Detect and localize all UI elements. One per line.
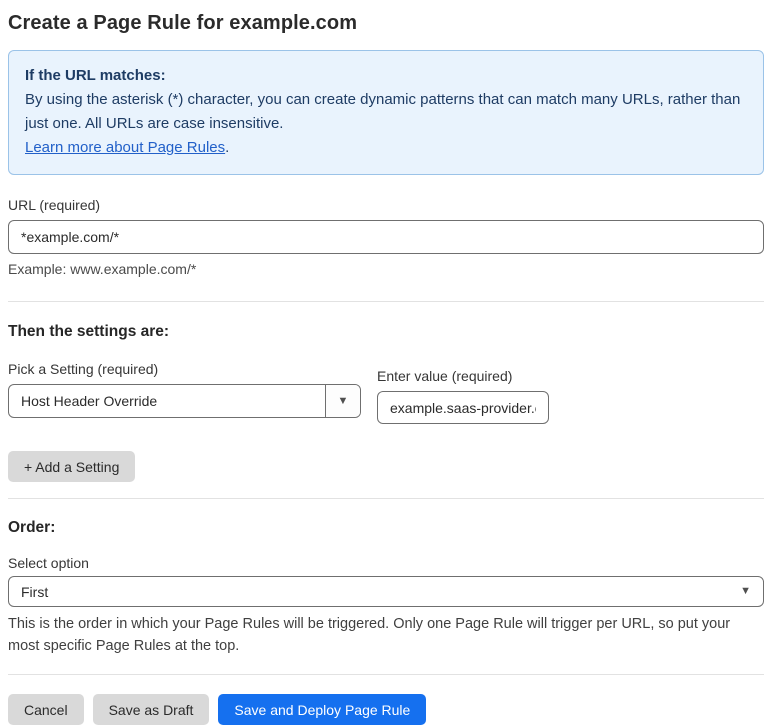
url-example-helper: Example: www.example.com/* [8,261,197,277]
url-matches-info-callout: If the URL matches: By using the asteris… [8,50,764,175]
add-setting-button[interactable]: + Add a Setting [8,451,136,482]
settings-section-heading: Then the settings are: [8,323,170,340]
enter-value-column: Enter value (required) [377,341,549,424]
learn-more-page-rules-link[interactable]: Learn more about Page Rules [25,139,225,156]
pick-setting-column: Pick a Setting (required) Host Header Ov… [8,341,361,418]
setting-row: Pick a Setting (required) Host Header Ov… [8,341,764,424]
order-selected-value: First [21,583,49,600]
section-divider [8,498,764,499]
form-actions: Cancel Save as Draft Save and Deploy Pag… [8,694,764,725]
create-page-rule-form: Create a Page Rule for example.com If th… [0,0,772,725]
cancel-button[interactable]: Cancel [8,694,84,725]
info-callout-body: By using the asterisk (*) character, you… [25,91,741,132]
page-title: Create a Page Rule for example.com [8,12,358,34]
order-select-dropdown[interactable]: First ▼ [8,576,764,607]
order-section-heading: Order: [8,519,56,536]
setting-value-input[interactable] [377,391,549,424]
enter-value-label: Enter value (required) [377,368,513,384]
save-as-draft-button[interactable]: Save as Draft [92,694,210,725]
link-period: . [225,139,230,156]
info-callout-link-line: Learn more about Page Rules. [25,136,747,160]
chevron-down-icon: ▼ [740,585,751,597]
url-input[interactable] [8,220,764,254]
section-divider [8,301,764,302]
section-divider [8,674,764,675]
order-help-text: This is the order in which your Page Rul… [8,616,731,654]
pick-setting-dropdown-button[interactable]: ▼ [325,385,360,417]
chevron-down-icon: ▼ [337,394,349,407]
info-callout-heading: If the URL matches: [25,67,166,84]
pick-setting-selected-value: Host Header Override [21,393,158,409]
save-and-deploy-button[interactable]: Save and Deploy Page Rule [218,694,427,725]
url-field-label: URL (required) [8,197,101,213]
pick-setting-label: Pick a Setting (required) [8,361,159,377]
pick-setting-dropdown[interactable]: Host Header Override ▼ [8,384,361,418]
order-select-label: Select option [8,555,89,571]
